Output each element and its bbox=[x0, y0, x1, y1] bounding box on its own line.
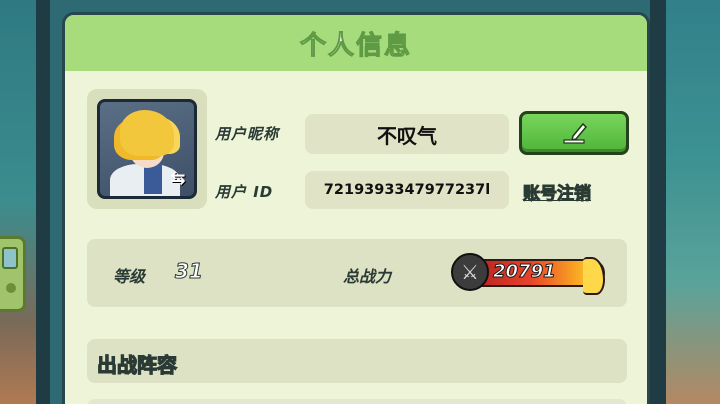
swap-arrows-icon[interactable]: ⇆ bbox=[166, 168, 190, 190]
level-value: 31 bbox=[175, 259, 204, 284]
pencil-icon bbox=[563, 122, 588, 144]
panel-header: 个人信息 bbox=[65, 15, 647, 71]
user-id-value: 7219393347977237l bbox=[323, 182, 491, 198]
game-background-right bbox=[658, 0, 720, 404]
stats-box: 等级 31 总战力 ⚔ 20791 bbox=[87, 239, 627, 307]
lineup-section-header: 出战阵容 bbox=[87, 339, 627, 383]
panel-title: 个人信息 bbox=[299, 30, 412, 61]
background-divider-left bbox=[36, 0, 50, 404]
profile-info: ⇆ 用户昵称 不叹气 用户 ID 7219393347977237l 账号注销 bbox=[87, 89, 629, 209]
profile-panel: 个人信息 ⇆ 用户昵称 不叹气 用户 ID 7219393347977237l bbox=[62, 12, 650, 404]
lineup-title: 出战阵容 bbox=[96, 352, 177, 377]
level-label: 等级 bbox=[113, 267, 146, 286]
crossed-swords-icon: ⚔ bbox=[451, 253, 489, 291]
total-power-value: 20791 bbox=[493, 261, 557, 283]
side-device-icon bbox=[0, 236, 26, 312]
user-id-field: 7219393347977237l bbox=[305, 171, 509, 209]
power-badge: ⚔ 20791 bbox=[451, 253, 611, 295]
flame-icon bbox=[583, 257, 605, 295]
edit-nickname-button[interactable] bbox=[519, 111, 629, 155]
user-id-label: 用户 ID bbox=[215, 183, 274, 201]
nickname-label: 用户昵称 bbox=[215, 125, 280, 143]
background-divider-right bbox=[650, 0, 666, 404]
total-power-label: 总战力 bbox=[343, 267, 392, 286]
avatar-collar bbox=[144, 164, 162, 194]
device-screen bbox=[2, 247, 18, 269]
nickname-field: 不叹气 bbox=[305, 114, 509, 154]
nickname-value: 不叹气 bbox=[377, 123, 437, 148]
avatar-hair bbox=[120, 110, 174, 156]
cancel-account-link[interactable]: 账号注销 bbox=[523, 179, 592, 205]
device-button bbox=[6, 283, 16, 293]
avatar-frame[interactable]: ⇆ bbox=[87, 89, 207, 209]
avatar[interactable]: ⇆ bbox=[97, 99, 197, 199]
lineup-content bbox=[87, 399, 627, 404]
